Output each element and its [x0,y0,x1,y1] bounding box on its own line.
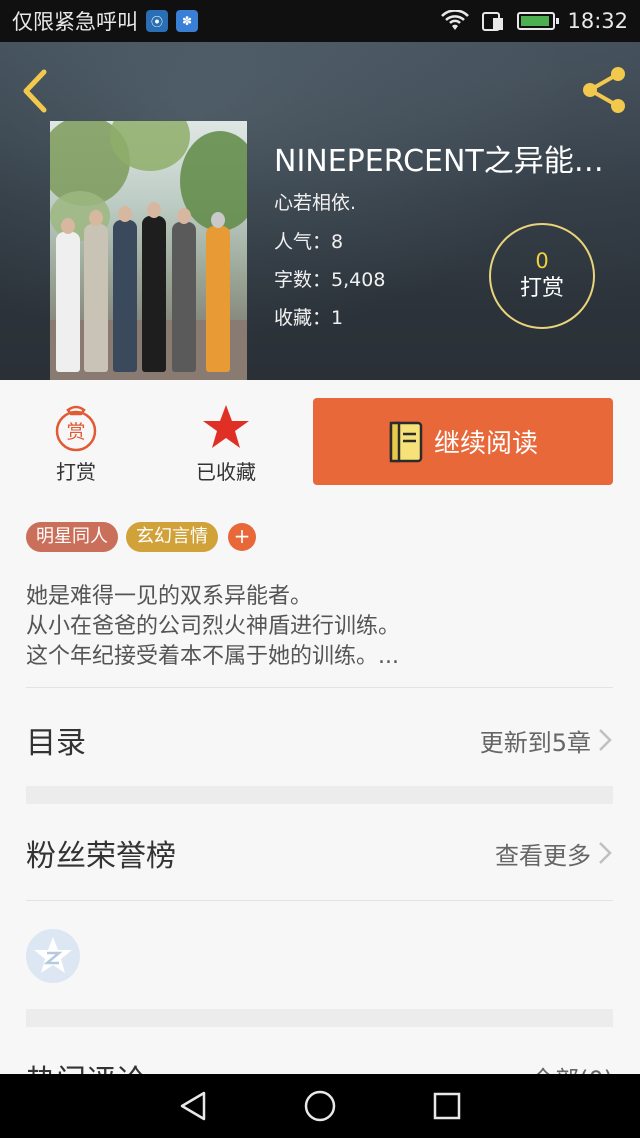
wifi-icon [441,10,470,30]
fans-ranking-title: 粉丝荣誉榜 [26,839,176,874]
book-header: NINEPERCENT之异能… 心若相依. 人气：8 字数：5,408 收藏：1… [0,42,640,380]
reward-label: 打赏 [56,460,96,484]
nav-home-button[interactable] [300,1086,340,1126]
sim-icon [482,12,504,31]
action-row: 赏 打赏 已收藏 继续阅读 [0,380,640,500]
synopsis-line: 从小在爸爸的公司烈火神盾进行训练。 [26,614,401,639]
reward-circle-label: 打赏 [519,276,564,301]
reward-bag-char: 赏 [66,421,85,443]
share-icon[interactable] [578,64,630,116]
section-separator [26,1009,613,1027]
favorites-stat: 收藏：1 [274,303,343,330]
chevron-right-icon [599,729,612,751]
system-navigation-bar [0,1074,640,1138]
synopsis-line: 她是难得一见的双系异能者。 [26,584,313,609]
book-title: NINEPERCENT之异能… [274,144,604,179]
notification-icon: ⦿ [146,10,168,32]
word-count-value: 5,408 [331,269,386,291]
battery-charging-icon [517,12,560,30]
word-count-label: 字数： [274,269,332,291]
favorited-label: 已收藏 [196,460,256,484]
word-count-stat: 字数：5,408 [274,265,385,292]
star-icon [203,405,249,448]
catalog-title: 目录 [26,726,86,761]
divider [26,687,613,688]
carrier-text: 仅限紧急呼叫 [12,10,138,34]
synopsis[interactable]: 她是难得一见的双系异能者。 从小在爸爸的公司烈火神盾进行训练。 这个年纪接受着本… [26,582,616,672]
section-separator [26,786,613,804]
book-cover-image[interactable] [50,121,247,380]
catalog-update-text: 更新到5章 [479,728,591,757]
synopsis-line: 这个年纪接受着本不属于她的训练。... [26,644,399,669]
divider [26,900,613,901]
reward-button[interactable]: 赏 打赏 [26,402,126,485]
triangle-back-icon [181,1091,206,1121]
popularity-value: 8 [331,231,344,253]
nav-back-button[interactable] [173,1086,213,1126]
tag-item[interactable]: 明星同人 [26,522,118,552]
book-icon [389,421,423,462]
tag-item[interactable]: 玄幻言情 [126,522,218,552]
reward-count: 0 [535,249,549,273]
favorites-value: 1 [331,307,344,329]
clock: 18:32 [567,9,628,33]
status-bar: 仅限紧急呼叫 ⦿ ✽ 18:32 [0,0,640,42]
star-badge-icon [34,937,72,973]
baidu-icon: ✽ [176,10,198,32]
fans-see-more-text: 查看更多 [495,841,591,870]
continue-reading-label: 继续阅读 [433,429,538,459]
favorite-button[interactable]: 已收藏 [176,402,276,485]
reward-circle-button[interactable]: 0 打赏 [489,223,595,329]
reward-bag-icon: 赏 [55,405,97,452]
popularity-label: 人气： [274,231,332,253]
continue-reading-button[interactable]: 继续阅读 [313,398,613,485]
chevron-left-icon[interactable] [16,66,56,116]
fans-ranking-row[interactable]: 粉丝荣誉榜 查看更多 [26,808,613,898]
popularity-stat: 人气：8 [274,227,343,254]
add-tag-button[interactable]: + [228,523,256,551]
nav-recents-button[interactable] [427,1086,467,1126]
circle-home-icon [304,1090,336,1122]
favorites-label: 收藏： [274,307,332,329]
tag-list: 明星同人 玄幻言情 + [26,522,256,552]
catalog-row[interactable]: 目录 更新到5章 [26,695,613,785]
square-recents-icon [433,1092,460,1120]
chevron-right-icon [599,842,612,864]
fan-avatar[interactable] [26,929,80,983]
author-name[interactable]: 心若相依. [274,188,356,215]
